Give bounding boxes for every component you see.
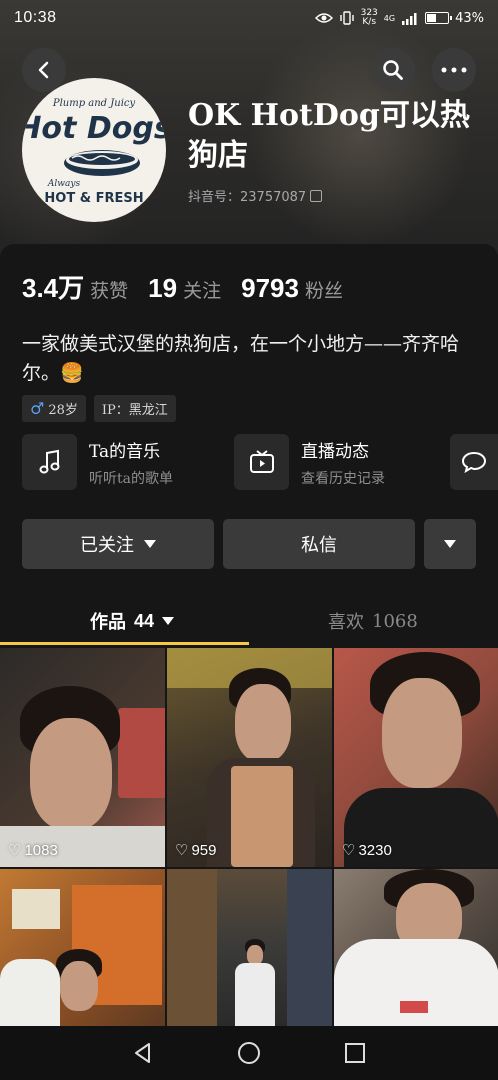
more-button[interactable]	[432, 48, 476, 92]
content-tabs: 作品 44 喜欢 1068	[0, 600, 498, 648]
svg-text:HOT & FRESH: HOT & FRESH	[44, 191, 143, 206]
hotdog-logo: Plump and Juicy Hot Dogs Always HOT & FR…	[22, 98, 166, 206]
chevron-down-icon	[444, 540, 456, 548]
stat-likes[interactable]: 3.4万 获赞	[22, 268, 128, 305]
tab-indicator	[0, 642, 249, 645]
video-likes: ♡ 1083	[8, 841, 58, 860]
follow-button[interactable]: 已关注	[22, 519, 214, 569]
feature-row: Ta的音乐 听听ta的歌单 直播动态 查看历史记录	[22, 434, 498, 492]
status-bar: 10:38 323 K/s 4G 43%	[0, 0, 498, 36]
battery-percent: 43%	[455, 10, 484, 26]
tab-works[interactable]: 作品 44	[90, 600, 175, 642]
search-button[interactable]	[371, 48, 415, 92]
music-subtitle: 听听ta的歌单	[89, 470, 173, 487]
video-tile[interactable]: ♡ 1083	[0, 648, 165, 867]
video-tile[interactable]: ♡ 959	[167, 648, 332, 867]
message-button[interactable]: 私信	[223, 519, 415, 569]
eye-icon	[314, 13, 333, 23]
live-entry[interactable]: 直播动态 查看历史记录	[234, 434, 385, 490]
live-title: 直播动态	[301, 441, 369, 462]
age-tag: ♂ 28岁	[22, 395, 86, 422]
search-icon	[383, 60, 403, 80]
video-tile[interactable]	[0, 869, 165, 1027]
video-tile[interactable]: ♡ 3230	[334, 648, 498, 867]
copy-icon[interactable]	[310, 189, 323, 202]
douyin-id[interactable]: 抖音号：23757087	[188, 186, 323, 205]
heart-icon: ♡	[175, 842, 189, 859]
profile-bio: 一家做美式汉堡的热狗店，在一个小地方——齐齐哈尔。🍔	[22, 333, 460, 384]
avatar[interactable]: Plump and Juicy Hot Dogs Always HOT & FR…	[22, 78, 166, 222]
douyin-id-text: 抖音号：23757087	[188, 190, 307, 205]
music-entry[interactable]: Ta的音乐 听听ta的歌单	[22, 434, 173, 490]
net-speed: 323 K/s	[360, 8, 378, 27]
male-icon: ♂	[30, 399, 45, 418]
nav-recents-icon[interactable]	[344, 1042, 366, 1064]
video-likes: ♡ 959	[175, 841, 217, 860]
video-tile[interactable]	[167, 869, 332, 1027]
video-tile[interactable]	[334, 869, 498, 1027]
vibrate-icon	[339, 11, 354, 25]
stat-following[interactable]: 19 关注	[148, 273, 221, 304]
profile-stats: 3.4万 获赞 19 关注 9793 粉丝	[22, 268, 343, 305]
svg-text:Hot Dogs: Hot Dogs	[22, 111, 166, 146]
chevron-down-icon	[162, 617, 175, 625]
music-note-icon	[39, 449, 59, 474]
tv-play-icon	[249, 450, 274, 473]
more-actions-button[interactable]	[424, 519, 476, 569]
nav-back-icon[interactable]	[132, 1042, 154, 1064]
battery-icon	[425, 12, 453, 24]
signal-icon	[402, 12, 417, 25]
live-subtitle: 查看历史记录	[301, 470, 385, 487]
chat-bubble-icon	[461, 451, 487, 473]
chevron-down-icon	[144, 540, 156, 548]
svg-text:Plump and Juicy: Plump and Juicy	[52, 98, 136, 109]
music-title: Ta的音乐	[89, 441, 161, 462]
profile-nickname: OK HotDog可以热狗店	[188, 98, 470, 173]
svg-text:Always: Always	[47, 179, 81, 189]
more-dots-icon	[441, 67, 467, 73]
system-nav-bar	[0, 1026, 498, 1080]
nav-home-icon[interactable]	[237, 1041, 261, 1065]
profile-tags: ♂ 28岁 IP：黑龙江	[22, 395, 176, 422]
ip-tag: IP：黑龙江	[93, 395, 176, 422]
stat-followers[interactable]: 9793 粉丝	[241, 273, 343, 304]
signal-label: 4G	[383, 13, 396, 23]
heart-icon: ♡	[342, 842, 356, 859]
chat-entry[interactable]	[450, 434, 498, 490]
back-arrow-icon	[38, 61, 49, 79]
tab-likes[interactable]: 喜欢 1068	[328, 600, 418, 642]
video-likes: ♡ 3230	[342, 841, 392, 860]
heart-icon: ♡	[8, 842, 22, 859]
status-time: 10:38	[14, 9, 57, 26]
